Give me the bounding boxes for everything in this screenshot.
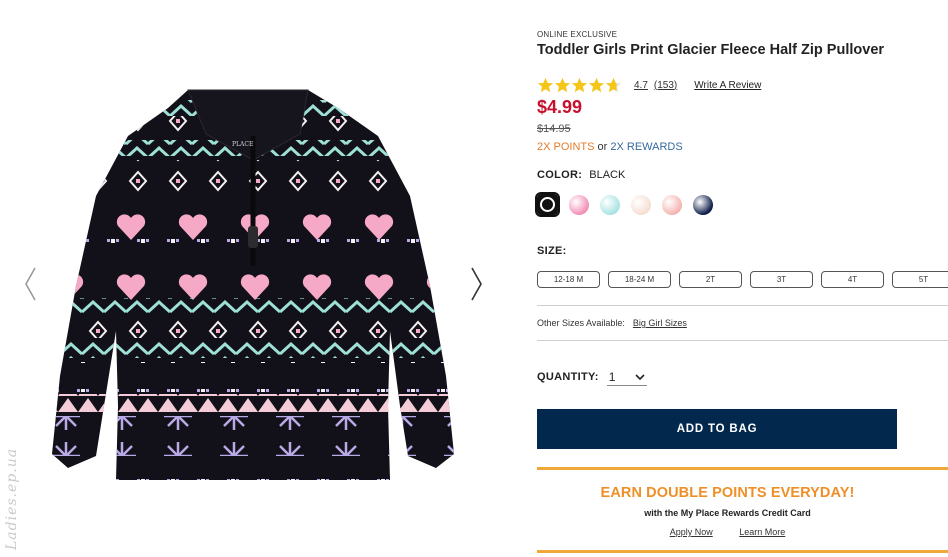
color-row: COLOR: BLACK bbox=[537, 169, 625, 181]
chevron-down-icon bbox=[635, 373, 645, 380]
selected-color: BLACK bbox=[589, 169, 626, 181]
product-title: Toddler Girls Print Glacier Fleece Half … bbox=[537, 42, 885, 58]
star-rating bbox=[537, 77, 622, 94]
size-option[interactable]: 3T bbox=[750, 271, 813, 288]
other-sizes-label: Other Sizes Available: bbox=[537, 318, 625, 328]
promo-links: Apply Now Learn More bbox=[537, 527, 918, 537]
size-option[interactable]: 4T bbox=[821, 271, 884, 288]
next-image-button[interactable] bbox=[465, 262, 487, 306]
product-gallery: PLACE Ladies.ep.ua bbox=[0, 0, 500, 557]
apply-now-link[interactable]: Apply Now bbox=[670, 527, 713, 537]
color-swatch[interactable] bbox=[693, 194, 713, 215]
rewards-label: 2X REWARDS bbox=[610, 141, 683, 153]
color-swatch[interactable] bbox=[662, 194, 682, 215]
product-info: ONLINE EXCLUSIVE Toddler Girls Print Gla… bbox=[535, 0, 948, 557]
star-icon bbox=[605, 77, 622, 92]
color-label: COLOR: bbox=[537, 169, 583, 181]
points-label: 2X POINTS bbox=[537, 141, 595, 153]
sale-price: $4.99 bbox=[537, 97, 583, 117]
color-swatch[interactable] bbox=[600, 194, 620, 215]
watermark: Ladies.ep.ua bbox=[4, 447, 20, 550]
promo-subtitle: with the My Place Rewards Credit Card bbox=[644, 508, 811, 518]
write-review-link[interactable]: Write A Review bbox=[694, 80, 761, 91]
size-label: SIZE: bbox=[537, 245, 567, 257]
quantity-label: QUANTITY: bbox=[537, 371, 599, 383]
star-icon bbox=[588, 77, 605, 92]
quantity-value: 1 bbox=[608, 369, 616, 384]
promo-title: EARN DOUBLE POINTS EVERYDAY! bbox=[600, 485, 855, 501]
quantity: QUANTITY: 1 bbox=[537, 368, 647, 386]
chevron-right-icon bbox=[471, 267, 482, 301]
color-swatch[interactable] bbox=[569, 194, 589, 215]
online-exclusive-label: ONLINE EXCLUSIVE bbox=[537, 30, 618, 39]
big-girl-sizes-link[interactable]: Big Girl Sizes bbox=[633, 318, 687, 328]
star-icon bbox=[554, 77, 571, 92]
rating: 4.7 (153) Write A Review bbox=[537, 75, 761, 95]
learn-more-link[interactable]: Learn More bbox=[739, 527, 785, 537]
points-connector: or bbox=[597, 141, 608, 153]
size-option[interactable]: 18-24 M bbox=[608, 271, 671, 288]
size-options: 12-18 M 18-24 M 2T 3T 4T 5T bbox=[537, 271, 948, 288]
size-option[interactable]: 5T bbox=[892, 271, 948, 288]
rewards-promo: EARN DOUBLE POINTS EVERYDAY! with the My… bbox=[537, 467, 948, 553]
quantity-select[interactable]: 1 bbox=[606, 368, 647, 386]
other-sizes: Other Sizes Available: Big Girl Sizes bbox=[537, 318, 687, 328]
color-swatch[interactable] bbox=[535, 192, 560, 217]
divider bbox=[537, 305, 948, 306]
original-price: $14.95 bbox=[537, 123, 571, 135]
color-swatches bbox=[535, 192, 724, 217]
rewards-points: 2X POINTS or 2X REWARDS bbox=[537, 141, 683, 153]
star-icon bbox=[571, 77, 588, 92]
rating-value[interactable]: 4.7 bbox=[634, 80, 648, 91]
size-option[interactable]: 2T bbox=[679, 271, 742, 288]
color-swatch[interactable] bbox=[631, 194, 651, 215]
add-to-bag-button[interactable]: ADD TO BAG bbox=[537, 409, 897, 449]
size-option[interactable]: 12-18 M bbox=[537, 271, 600, 288]
divider bbox=[537, 340, 948, 341]
review-count[interactable]: (153) bbox=[654, 80, 677, 91]
svg-text:PLACE: PLACE bbox=[232, 141, 253, 148]
star-icon bbox=[537, 77, 554, 92]
product-image: PLACE bbox=[52, 89, 454, 480]
